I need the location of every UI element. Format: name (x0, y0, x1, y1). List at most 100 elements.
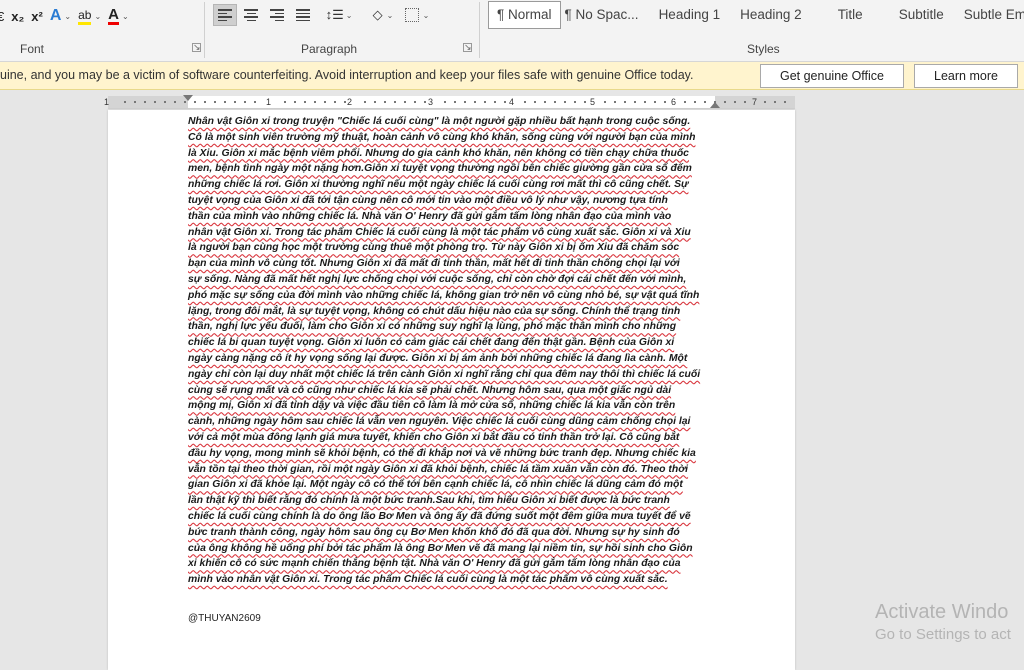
align-center-icon (244, 9, 258, 21)
chevron-down-icon: ⌄ (121, 11, 129, 21)
line-spacing-button[interactable]: ↕☰ ⌄ (323, 4, 355, 26)
document-line: cùng sẽ rụng mất và cô cũng như chiếc lá… (188, 384, 672, 396)
style-heading-2[interactable]: Heading 2 (730, 1, 812, 29)
chevron-down-icon: ⌄ (345, 10, 353, 20)
document-line: là người bạn cùng học một trường cùng th… (188, 242, 680, 254)
learn-more-button[interactable]: Learn more (914, 64, 1018, 88)
ruler-tick (384, 101, 386, 103)
justify-button[interactable] (291, 4, 315, 26)
ruler-tick (314, 101, 316, 103)
document-line: với cả một mùa đông lạnh giá mưa tuyết, … (188, 431, 680, 443)
document-line: gian Giôn xi đã khỏe lại. Một ngày cô có… (188, 479, 683, 491)
font-group-label: Font (20, 42, 45, 56)
document-line: của ông không hề uổng phí bởi tác phẩm l… (188, 542, 693, 554)
ruler-tick (724, 101, 726, 103)
document-line: đầu hy vọng, mong mình sẽ khỏi bệnh, có … (188, 447, 696, 459)
ruler-tick (544, 101, 546, 103)
ruler-tick (614, 101, 616, 103)
watermark-line-1: Activate Windo (875, 601, 1009, 623)
document-line: bạn của mình vô cùng tốt. Nhưng Giôn xi … (188, 258, 680, 270)
ruler-tick (494, 101, 496, 103)
document-line: mộng mị, Giôn xi đã tỉnh dậy và việc đầu… (188, 400, 676, 412)
document-line: lặng, trong đôi mắt, là sự tuyệt vọng, k… (188, 305, 681, 317)
ruler-tick (234, 101, 236, 103)
align-left-button[interactable] (213, 4, 237, 26)
divider (479, 2, 480, 58)
document-line: sự sống. Nàng đã mất hết nghị lực chống … (188, 273, 687, 285)
font-controls: € x₂ x² A ⌄ ab ⌄ A ⌄ (0, 4, 136, 28)
horizontal-ruler[interactable]: 1 1 2 3 4 5 6 7 (104, 95, 795, 109)
ruler-tick (244, 101, 246, 103)
style-title[interactable]: Title (812, 1, 889, 29)
document-line: vẫn tồn tại theo thời gian, rồi một ngày… (188, 463, 689, 475)
chevron-down-icon: ⌄ (64, 11, 72, 21)
ruler-tick (554, 101, 556, 103)
font-color-icon: A (108, 6, 119, 25)
subscript-button[interactable]: x₂ (11, 9, 24, 24)
borders-button[interactable]: ⌄ (401, 4, 433, 26)
ruler-tick (624, 101, 626, 103)
ruler-tick (574, 101, 576, 103)
document-line: mình vào nhân vật Giôn xi. Trong tác phẩ… (188, 574, 668, 586)
paragraph-group-label: Paragraph (301, 42, 358, 56)
document-line: thần, nghị lực yếu đuối, làm cho Giôn xi… (188, 321, 677, 333)
ruler-number: 4 (509, 97, 515, 107)
style-no-spacing[interactable]: ¶ No Spac... (561, 1, 649, 29)
ruler-number: 3 (428, 97, 434, 107)
ruler-tick (294, 101, 296, 103)
document-line: bức tranh thành công, ngày hôm sau ông c… (188, 526, 680, 538)
ruler-tick (714, 101, 716, 103)
document-line: cành, những ngày hôm sau chiếc lá vẫn ve… (188, 416, 691, 428)
ruler-number: 2 (347, 97, 353, 107)
style-heading-1[interactable]: Heading 1 (649, 1, 731, 29)
ruler-tick (584, 101, 586, 103)
get-genuine-office-button[interactable]: Get genuine Office (760, 64, 904, 88)
ruler-tick (774, 101, 776, 103)
paragraph-dialog-launcher-icon[interactable]: ↘ (463, 43, 472, 52)
align-right-button[interactable] (265, 4, 289, 26)
style-normal[interactable]: ¶ Normal (488, 1, 561, 29)
style-subtitle[interactable]: Subtitle (889, 1, 954, 29)
message-text: uine, and you may be a victim of softwar… (0, 68, 694, 82)
superscript-button[interactable]: x² (31, 9, 43, 24)
document-line: nhân vật Giôn xi. Trong tác phẩm Chiếc l… (188, 226, 691, 238)
ruler-tick (404, 101, 406, 103)
ruler-tick (164, 101, 166, 103)
signature-text: @THUYAN2609 (188, 613, 261, 624)
ruler-tick (324, 101, 326, 103)
ruler-tick (144, 101, 146, 103)
chevron-down-icon: ⌄ (386, 10, 394, 20)
ruler-tick (224, 101, 226, 103)
justify-icon (296, 9, 310, 21)
ruler-tick (704, 101, 706, 103)
document-line: phó mặc sự sống của đời mình vào những c… (188, 289, 700, 301)
ruler-tick (134, 101, 136, 103)
document-body-text[interactable]: Nhân vật Giôn xi trong truyện "Chiếc lá … (188, 114, 718, 588)
ruler-number: 1 (104, 97, 110, 107)
font-dialog-launcher-icon[interactable]: ↘ (192, 43, 201, 52)
ruler-tick (444, 101, 446, 103)
ruler-tick (654, 101, 656, 103)
center-button[interactable] (239, 4, 263, 26)
strikethrough-button[interactable]: € (0, 9, 4, 24)
style-subtle-emphasis[interactable]: Subtle Em (954, 1, 1024, 29)
text-effects-button[interactable]: A ⌄ (50, 7, 71, 25)
activate-windows-watermark: Activate Windo Go to Settings to act (875, 601, 1011, 643)
shading-button[interactable]: ◇ ⌄ (367, 4, 399, 26)
ruler-tick (784, 101, 786, 103)
font-color-button[interactable]: A ⌄ (108, 7, 129, 25)
ruler-tick (304, 101, 306, 103)
ruler-number: 1 (266, 97, 272, 107)
highlight-color-button[interactable]: ab ⌄ (78, 8, 101, 25)
document-line: chiếc lá cuối cùng chính là do ông lão B… (188, 510, 691, 522)
ruler-tick (254, 101, 256, 103)
ruler-tick (204, 101, 206, 103)
ruler-number: 6 (671, 97, 677, 107)
ruler-tick (374, 101, 376, 103)
ruler-tick (394, 101, 396, 103)
ruler-number: 7 (752, 97, 758, 107)
document-line: những chiếc lá rơi. Giôn xi thường nghĩ … (188, 179, 689, 191)
document-line: Cô là một sinh viên trường mỹ thuật, hoà… (188, 131, 696, 143)
highlighter-icon: ab (78, 8, 92, 25)
ruler-tick (694, 101, 696, 103)
